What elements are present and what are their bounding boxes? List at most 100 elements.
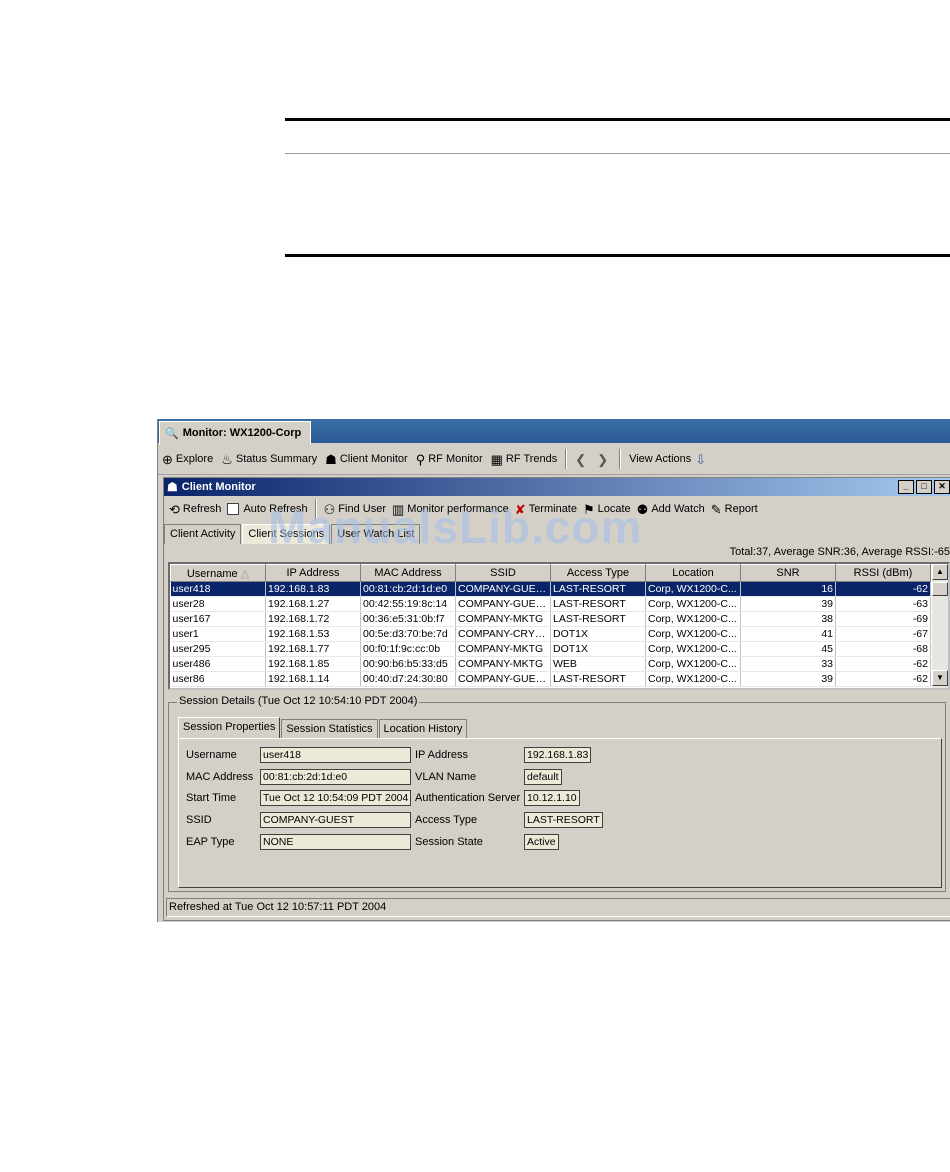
sort-ascending-icon: △: [240, 567, 250, 580]
column-header-ip[interactable]: IP Address: [265, 564, 361, 582]
column-header-ssid[interactable]: SSID: [455, 564, 551, 582]
client-monitor-icon: ☗: [167, 480, 178, 494]
refresh-icon: ⟲: [169, 501, 180, 517]
table-row[interactable]: user1 192.168.1.53 00:5e:d3:70:be:7d COM…: [170, 626, 931, 642]
status-bar: Refreshed at Tue Oct 12 10:57:11 PDT 200…: [166, 898, 950, 917]
cell-ssid: COMPANY-GUEST: [455, 581, 551, 597]
tab-session-properties[interactable]: Session Properties: [178, 717, 281, 738]
cell-location: Corp, WX1200-C...: [645, 626, 741, 642]
scroll-up-button[interactable]: ▲: [932, 564, 948, 580]
cell-access-type: DOT1X: [550, 626, 646, 642]
session-details-tabs: Session Properties Session Statistics Lo…: [178, 717, 468, 738]
rf-trends-button[interactable]: ▦ RF Trends: [487, 448, 562, 470]
mac-address-value: 00:81:cb:2d:1d:e0: [260, 769, 411, 785]
client-monitor-label: Client Monitor: [339, 453, 408, 465]
column-header-location[interactable]: Location: [645, 564, 741, 582]
scroll-thumb[interactable]: [932, 582, 948, 596]
maximize-button[interactable]: □: [916, 480, 932, 494]
vlan-name-label: VLAN Name: [415, 771, 477, 783]
bottom-rule: [285, 254, 950, 257]
table-row[interactable]: user167 192.168.1.72 00:36:e5:31:0b:f7 C…: [170, 611, 931, 627]
back-button[interactable]: ❮: [571, 448, 593, 470]
explore-button[interactable]: ⊕ Explore: [158, 448, 217, 470]
access-type-value: LAST-RESORT: [524, 812, 603, 828]
column-header-snr[interactable]: SNR: [740, 564, 836, 582]
cell-mac: 00:81:cb:2d:1d:e0: [360, 581, 456, 597]
rf-monitor-icon: ⚲: [415, 451, 426, 467]
table-row[interactable]: user418 192.168.1.83 00:81:cb:2d:1d:e0 C…: [170, 581, 931, 597]
column-header-rssi[interactable]: RSSI (dBm): [835, 564, 931, 582]
table-vertical-scrollbar[interactable]: ▲ ▼: [932, 564, 948, 688]
toolbar-separator: [565, 449, 568, 469]
chevron-right-icon: ❯: [597, 451, 609, 467]
session-properties-panel: Username user418 MAC Address 00:81:cb:2d…: [178, 738, 942, 888]
report-button[interactable]: ✎ Report: [708, 498, 761, 520]
cell-access-type: LAST-RESORT: [550, 671, 646, 687]
cell-username: user167: [170, 611, 266, 627]
client-monitor-button[interactable]: ☗ Client Monitor: [321, 448, 412, 470]
session-details-legend: Session Details (Tue Oct 12 10:54:10 PDT…: [177, 695, 420, 707]
cell-mac: 00:90:b6:b5:33:d5: [360, 656, 456, 672]
add-watch-button[interactable]: ⚉ Add Watch: [634, 498, 708, 520]
username-label: Username: [186, 749, 237, 761]
tab-session-statistics[interactable]: Session Statistics: [281, 719, 378, 738]
table-row[interactable]: user28 192.168.1.27 00:42:55:19:8c:14 CO…: [170, 596, 931, 612]
ssid-value: COMPANY-GUEST: [260, 812, 411, 828]
minimize-button[interactable]: _: [898, 480, 914, 494]
start-time-label: Start Time: [186, 792, 237, 804]
rf-monitor-button[interactable]: ⚲ RF Monitor: [412, 448, 487, 470]
status-summary-button[interactable]: ♨ Status Summary: [217, 448, 321, 470]
eap-type-label: EAP Type: [186, 836, 235, 848]
ip-address-value: 192.168.1.83: [524, 747, 592, 763]
cell-rssi: -63: [835, 596, 931, 612]
column-header-access-type[interactable]: Access Type: [550, 564, 646, 582]
username-value: user418: [260, 747, 411, 763]
access-type-label: Access Type: [415, 814, 478, 826]
table-row[interactable]: user486 192.168.1.85 00:90:b6:b5:33:d5 C…: [170, 656, 931, 672]
cell-access-type: LAST-RESORT: [550, 596, 646, 612]
cell-mac: 00:40:d7:24:30:80: [360, 671, 456, 687]
cell-ssid: COMPANY-MKTG: [455, 656, 551, 672]
arrow-down-icon: ⇩: [695, 451, 707, 467]
chevron-left-icon: ❮: [575, 451, 587, 467]
column-header-username[interactable]: Username △: [170, 564, 266, 582]
refresh-button[interactable]: ⟲ Refresh: [166, 498, 224, 520]
close-button[interactable]: ✕: [934, 480, 950, 494]
session-state-value: Active: [524, 834, 559, 850]
cell-access-type: WEB: [550, 656, 646, 672]
cell-username: user1: [170, 626, 266, 642]
cell-access-type: LAST-RESORT: [550, 581, 646, 597]
table-row[interactable]: user86 192.168.1.14 00:40:d7:24:30:80 CO…: [170, 671, 931, 687]
cell-access-type: LAST-RESORT: [550, 611, 646, 627]
table-header-row: Username △ IP Address MAC Address SSID A…: [170, 564, 931, 582]
cell-mac: 00:36:e5:31:0b:f7: [360, 611, 456, 627]
cell-snr: 41: [740, 626, 836, 642]
status-summary-icon: ♨: [221, 451, 233, 467]
cell-snr: 39: [740, 671, 836, 687]
tab-monitor[interactable]: 🔍 Monitor: WX1200-Corp: [159, 421, 311, 444]
forward-button[interactable]: ❯: [593, 448, 615, 470]
tab-monitor-label: Monitor: WX1200-Corp: [182, 427, 302, 439]
refresh-label: Refresh: [182, 503, 222, 515]
watermark: ManualsLib.com: [268, 501, 643, 553]
middle-rule: [285, 153, 950, 154]
table-row[interactable]: user295 192.168.1.77 00:f0:1f:9c:cc:0b C…: [170, 641, 931, 657]
totals-summary: Total:37, Average SNR:36, Average RSSI:-…: [729, 546, 950, 558]
view-actions-button[interactable]: View Actions ⇩: [625, 448, 713, 470]
cell-ssid: COMPANY-MKTG: [455, 641, 551, 657]
tab-client-activity[interactable]: Client Activity: [164, 524, 242, 544]
toolbar-separator: [619, 449, 622, 469]
cell-ssid: COMPANY-GUEST: [455, 596, 551, 612]
cell-username: user28: [170, 596, 266, 612]
client-monitor-title: Client Monitor: [181, 481, 256, 493]
tab-location-history[interactable]: Location History: [378, 719, 468, 738]
cell-ip: 192.168.1.72: [265, 611, 361, 627]
cell-snr: 45: [740, 641, 836, 657]
start-time-value: Tue Oct 12 10:54:09 PDT 2004: [260, 790, 411, 806]
column-header-mac[interactable]: MAC Address: [360, 564, 456, 582]
cell-ssid: COMPANY-GUEST: [455, 671, 551, 687]
cell-location: Corp, WX1200-C...: [645, 611, 741, 627]
cell-location: Corp, WX1200-C...: [645, 596, 741, 612]
view-actions-label: View Actions: [629, 453, 692, 465]
scroll-down-button[interactable]: ▼: [932, 670, 948, 686]
